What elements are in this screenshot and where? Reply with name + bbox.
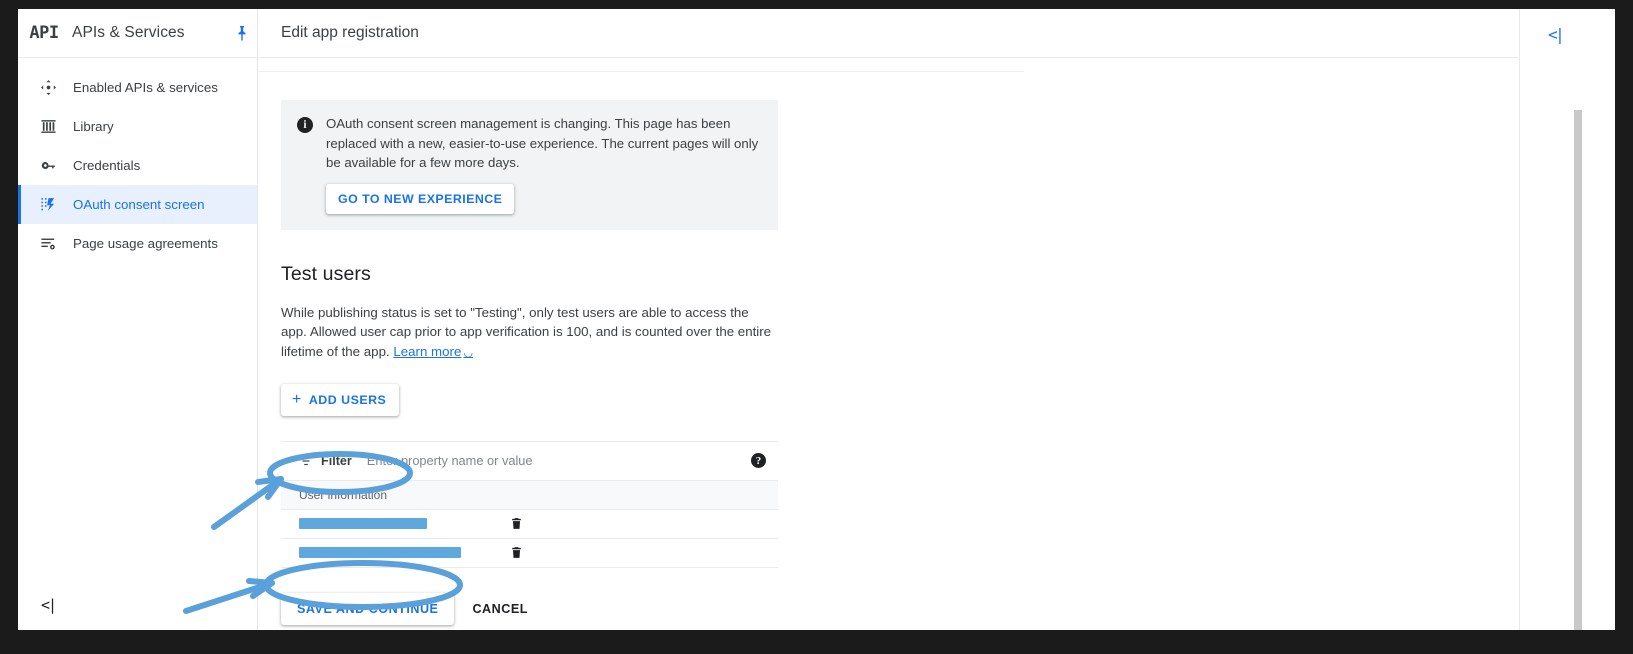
column-header-user-information: User information [281, 480, 778, 510]
redacted-user-email [299, 518, 427, 530]
sidebar-item-label: Library [73, 119, 114, 134]
page-title: Edit app registration [259, 9, 1518, 58]
filter-input[interactable] [366, 453, 751, 469]
cancel-button[interactable]: CANCEL [468, 602, 531, 616]
test-users-table: Filter ? User information [281, 440, 778, 568]
sidebar-item-label: OAuth consent screen [73, 197, 205, 212]
description-text: While publishing status is set to "Testi… [281, 304, 772, 360]
sidebar: API APIs & Services Enabled APIs & servi… [18, 9, 258, 630]
consent-screen-icon [40, 196, 66, 213]
main-panel: Edit app registration i OAuth consent sc… [259, 9, 1518, 630]
sidebar-item-library[interactable]: Library [18, 107, 257, 146]
sidebar-title: APIs & Services [72, 24, 185, 41]
trash-icon[interactable] [510, 545, 523, 560]
help-icon[interactable]: ? [751, 453, 766, 469]
content-inner: i OAuth consent screen management is cha… [259, 58, 779, 625]
notice-text: OAuth consent screen management is chang… [326, 116, 759, 170]
sidebar-item-oauth-consent-screen[interactable]: OAuth consent screen [18, 185, 257, 224]
sidebar-item-enabled-apis[interactable]: Enabled APIs & services [18, 68, 257, 107]
vertical-scrollbar[interactable] [1574, 110, 1582, 630]
test-users-heading: Test users [281, 262, 371, 285]
go-to-new-experience-button[interactable]: GO TO NEW EXPERIENCE [326, 183, 515, 214]
info-icon: i [297, 117, 313, 133]
table-row[interactable] [281, 539, 778, 568]
sidebar-item-label: Page usage agreements [73, 236, 218, 251]
trash-icon[interactable] [510, 516, 523, 531]
page-usage-gear-icon [40, 235, 66, 252]
filter-bar: Filter ? [281, 440, 778, 481]
main-content: i OAuth consent screen management is cha… [259, 58, 1518, 630]
sidebar-item-label: Enabled APIs & services [73, 80, 218, 95]
screenshot-root: API APIs & Services Enabled APIs & servi… [0, 0, 1633, 654]
sidebar-collapse-icon[interactable]: <| [41, 596, 57, 614]
learn-more-link[interactable]: Learn more [393, 344, 461, 359]
application-window: API APIs & Services Enabled APIs & servi… [18, 9, 1615, 630]
add-users-button[interactable]: + ADD USERS [281, 383, 400, 416]
dashboard-arrows-icon [40, 79, 66, 96]
add-users-label: ADD USERS [308, 392, 387, 407]
redacted-user-email [299, 547, 461, 559]
plus-icon: + [292, 390, 302, 408]
filter-label: Filter [321, 453, 352, 468]
external-link-icon[interactable]: ◡ [463, 347, 473, 359]
save-and-continue-button[interactable]: SAVE AND CONTINUE [281, 592, 455, 625]
sidebar-item-label: Credentials [73, 158, 141, 173]
table-row[interactable] [281, 510, 778, 539]
library-columns-icon [40, 118, 66, 135]
content-divider [259, 71, 1024, 72]
right-rail-collapse-icon[interactable]: <| [1548, 25, 1565, 44]
notice-body: OAuth consent screen management is chang… [326, 114, 762, 214]
sidebar-item-credentials[interactable]: Credentials [18, 146, 257, 185]
sidebar-nav-list: Enabled APIs & services Library Credenti… [18, 58, 257, 263]
form-actions: SAVE AND CONTINUE CANCEL [281, 592, 779, 625]
filter-icon[interactable] [299, 454, 313, 468]
api-logo: API [29, 23, 59, 43]
pushpin-icon[interactable] [227, 25, 257, 41]
sidebar-header: API APIs & Services [18, 9, 257, 58]
migration-notice-banner: i OAuth consent screen management is cha… [281, 100, 778, 230]
sidebar-item-page-usage-agreements[interactable]: Page usage agreements [18, 224, 257, 263]
test-users-description: While publishing status is set to "Testi… [281, 303, 778, 364]
key-icon [40, 157, 66, 174]
right-rail: <| [1519, 9, 1615, 630]
